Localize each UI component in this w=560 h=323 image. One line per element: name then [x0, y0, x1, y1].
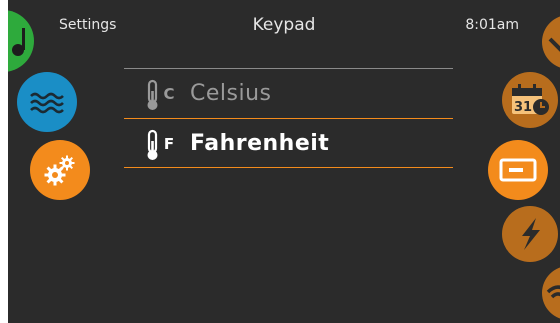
calendar-button[interactable]: 31	[502, 72, 558, 128]
power-button[interactable]	[502, 206, 558, 262]
calendar-icon: 31	[512, 84, 549, 115]
option-celsius[interactable]: C Celsius	[124, 70, 453, 118]
clock-time: 8:01am	[465, 17, 519, 33]
option-fahrenheit-label: Fahrenheit	[190, 131, 330, 156]
wifi-icon	[546, 285, 560, 299]
keypad-button[interactable]	[488, 140, 548, 200]
music-button[interactable]	[8, 10, 34, 72]
lightning-icon	[522, 218, 540, 250]
dropdown-button[interactable]	[542, 15, 560, 69]
thermometer-icon: C	[147, 79, 175, 110]
gears-icon	[44, 155, 75, 186]
keypad-icon	[499, 158, 537, 182]
unit-letter-f: F	[164, 135, 174, 153]
wifi-button[interactable]	[542, 266, 560, 320]
selection-top-line	[124, 118, 453, 119]
calendar-day: 31	[514, 100, 532, 115]
option-celsius-label: Celsius	[190, 81, 272, 106]
water-button[interactable]	[17, 72, 77, 132]
unit-letter-c: C	[163, 85, 174, 103]
selection-bottom-line	[124, 167, 453, 168]
top-divider	[124, 68, 453, 69]
water-waves-icon	[30, 92, 64, 114]
thermometer-icon: F	[147, 129, 174, 160]
chevron-down-icon	[548, 37, 560, 52]
music-note-icon	[12, 28, 25, 56]
option-fahrenheit[interactable]: F Fahrenheit	[124, 120, 453, 168]
settings-button[interactable]	[30, 140, 90, 200]
keypad-settings-screen: Settings Keypad 8:01am 31 C Celsius F Fa…	[8, 0, 560, 323]
